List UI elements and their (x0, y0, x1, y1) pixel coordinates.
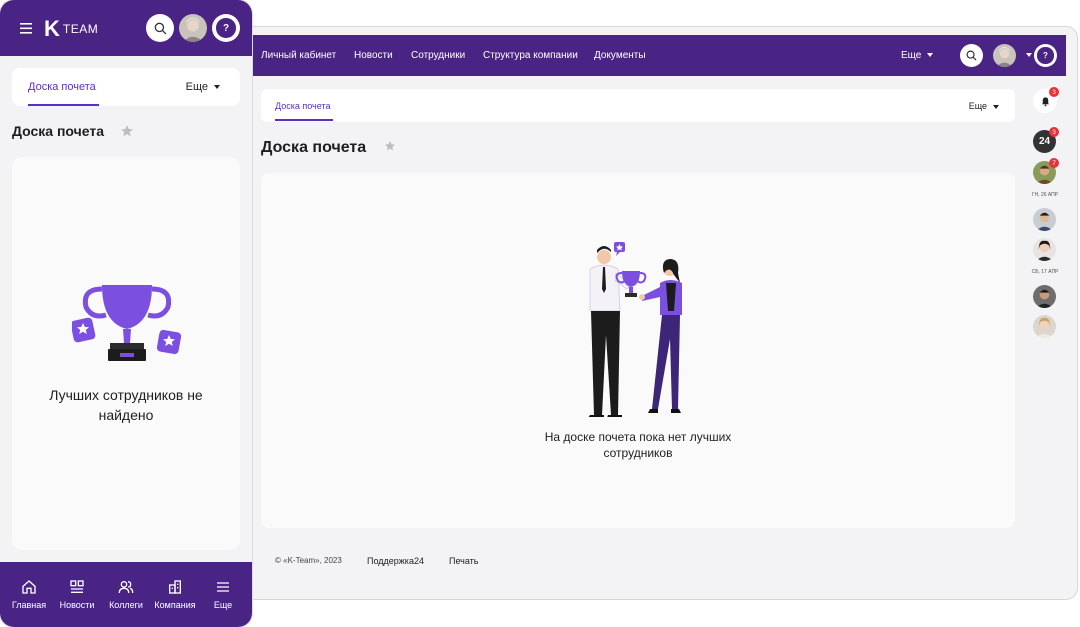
top-navigation: Личный кабинет Новости Сотрудники Структ… (253, 35, 1066, 76)
empty-state-card: Лучших сотрудников не найдено (12, 157, 240, 550)
search-icon (154, 22, 166, 34)
favorite-star-icon[interactable] (120, 124, 134, 138)
logo-letter: K (44, 16, 60, 41)
chevron-down-icon (927, 53, 934, 58)
empty-message-line-2: найдено (98, 407, 154, 423)
contact-avatar[interactable] (1033, 315, 1056, 338)
award-people-illustration (588, 242, 682, 417)
print-link[interactable]: Печать (449, 556, 478, 566)
bottom-nav-company[interactable]: Компания (150, 562, 200, 627)
notifications-badge: 3 (1049, 87, 1059, 97)
nav-item-profile[interactable]: Личный кабинет (261, 50, 336, 61)
bottom-nav-label: Еще (213, 600, 233, 610)
k-team-logo[interactable]: K TEAM (44, 18, 98, 40)
mobile-page-tabs: Доска почета Еще (12, 68, 240, 106)
mobile-bottom-nav: Главная Новости Коллеги Компания Еще (0, 562, 252, 627)
mobile-screen: K TEAM ? Доска почета Еще Доска почета Л… (0, 0, 252, 627)
empty-state-card: На доске почета пока нет лучших сотрудни… (261, 173, 1015, 528)
bottom-nav-home[interactable]: Главная (4, 562, 54, 627)
menu-lines-icon (217, 582, 229, 592)
tab-honor-board[interactable]: Доска почета (28, 81, 96, 93)
active-tab-indicator (275, 119, 333, 121)
bottom-nav-news[interactable]: Новости (52, 562, 102, 627)
trophy-icon (72, 285, 182, 361)
contact-avatar[interactable] (1033, 238, 1056, 261)
support-link[interactable]: Поддержка24 (367, 556, 424, 566)
empty-state-message: На доске почета пока нет лучших сотрудни… (261, 429, 1015, 461)
bottom-nav-colleagues[interactable]: Коллеги (101, 562, 151, 627)
empty-state-message: Лучших сотрудников не найдено (12, 385, 240, 425)
date-separator: ГН, 26 АПР (1031, 192, 1059, 198)
hamburger-menu-icon[interactable] (20, 23, 32, 34)
nav-item-structure[interactable]: Структура компании (483, 50, 578, 61)
contact-badge: 7 (1049, 158, 1059, 168)
building-icon (169, 580, 181, 594)
chevron-down-icon (993, 104, 999, 109)
bell-icon (1041, 96, 1049, 106)
page-title: Доска почета (261, 139, 367, 156)
copyright-text: © «K-Team», 2023 (275, 556, 342, 565)
user-avatar[interactable] (179, 14, 207, 42)
help-button[interactable]: ? (1034, 44, 1057, 67)
page-title: Доска почета (12, 123, 105, 139)
tab-honor-board[interactable]: Доска почета (275, 101, 330, 111)
news-grid-icon (70, 580, 84, 593)
favorite-star-icon[interactable] (384, 140, 396, 152)
date-separator: СБ, 17 АПР (1031, 269, 1059, 275)
search-button[interactable] (146, 14, 174, 42)
active-tab-indicator (28, 104, 99, 106)
chevron-down-icon (214, 85, 220, 90)
page-tabs: Доска почета Еще (261, 89, 1015, 122)
empty-message-line-1: На доске почета пока нет лучших (544, 430, 732, 444)
mobile-header: K TEAM ? (0, 0, 252, 56)
avatar-chevron-icon[interactable] (1026, 53, 1032, 57)
logo-text: TEAM (62, 22, 99, 36)
help-icon: ? (1037, 47, 1054, 64)
empty-message-line-2: сотрудников (603, 446, 673, 460)
contact-avatar[interactable] (1033, 285, 1056, 308)
chat-badge: 3 (1049, 127, 1059, 137)
nav-more-menu[interactable]: Еще (901, 50, 934, 61)
search-icon (966, 50, 977, 61)
nav-item-news[interactable]: Новости (354, 50, 393, 61)
nav-item-employees[interactable]: Сотрудники (411, 50, 465, 61)
bottom-nav-more[interactable]: Еще (198, 562, 248, 627)
nav-more-label: Еще (901, 50, 922, 61)
contact-avatar[interactable] (1033, 208, 1056, 231)
tabs-more-label: Еще (185, 81, 208, 93)
help-button[interactable]: ? (212, 14, 240, 42)
desktop-window: Личный кабинет Новости Сотрудники Структ… (252, 26, 1078, 600)
tabs-more-menu[interactable]: Еще (969, 101, 999, 111)
home-icon (22, 580, 36, 594)
people-icon (118, 581, 134, 594)
nav-item-documents[interactable]: Документы (594, 50, 646, 61)
tabs-more-menu[interactable]: Еще (186, 81, 220, 93)
help-icon: ? (216, 18, 236, 38)
user-avatar[interactable] (993, 44, 1016, 67)
tabs-more-label: Еще (968, 101, 987, 111)
empty-message-line-1: Лучших сотрудников не (49, 387, 203, 403)
search-button[interactable] (960, 44, 983, 67)
